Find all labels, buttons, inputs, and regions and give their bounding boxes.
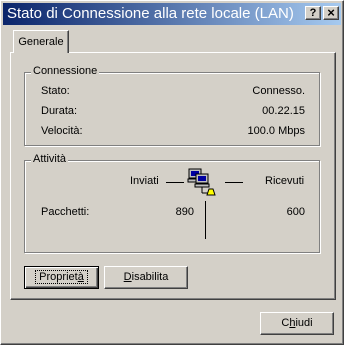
dialog-window: Stato di Connessione alla rete locale (L… bbox=[0, 0, 344, 345]
network-computers-icon bbox=[187, 168, 216, 196]
status-value: Connesso. bbox=[252, 85, 305, 97]
close-label-rest: iudi bbox=[295, 317, 313, 329]
packets-received-value: 600 bbox=[286, 206, 305, 218]
tab-panel: Connessione Stato: Connesso. Durata: 00.… bbox=[10, 52, 336, 300]
connection-group: Connessione Stato: Connesso. Durata: 00.… bbox=[24, 65, 320, 146]
speed-value: 100.0 Mbps bbox=[247, 125, 305, 137]
window-title: Stato di Connessione alla rete locale (L… bbox=[7, 5, 294, 22]
speed-label: Velocità: bbox=[41, 125, 83, 137]
close-button[interactable]: Chiudi bbox=[260, 312, 334, 335]
status-label: Stato: bbox=[41, 85, 70, 97]
packets-sent-value: 890 bbox=[175, 206, 194, 218]
activity-divider-line bbox=[205, 201, 206, 239]
received-label: Ricevuti bbox=[265, 175, 305, 187]
sent-connector-line bbox=[166, 182, 184, 183]
tab-label: Generale bbox=[18, 36, 64, 48]
sent-label: Inviati bbox=[130, 175, 159, 187]
tab-generale[interactable]: Generale bbox=[13, 30, 69, 53]
close-window-button[interactable]: × bbox=[323, 6, 339, 20]
properties-accesskey: à bbox=[77, 271, 84, 283]
connection-legend: Connessione bbox=[31, 65, 100, 77]
properties-button[interactable]: Proprietà bbox=[24, 266, 99, 289]
duration-label: Durata: bbox=[41, 105, 78, 117]
title-bar[interactable]: Stato di Connessione alla rete locale (L… bbox=[3, 3, 341, 25]
packets-label: Pacchetti: bbox=[41, 206, 90, 218]
properties-label: Propriet bbox=[39, 271, 78, 283]
disable-label: isabilita bbox=[131, 271, 169, 283]
activity-legend: Attività bbox=[31, 153, 69, 165]
disable-accesskey: D bbox=[123, 271, 132, 283]
duration-value: 00.22.15 bbox=[262, 105, 305, 117]
help-button[interactable]: ? bbox=[305, 6, 321, 20]
received-connector-line bbox=[225, 182, 243, 183]
disable-button[interactable]: Disabilita bbox=[104, 266, 188, 289]
activity-group: Attività Inviati Ricevuti Pacchetti: 890… bbox=[24, 153, 320, 253]
